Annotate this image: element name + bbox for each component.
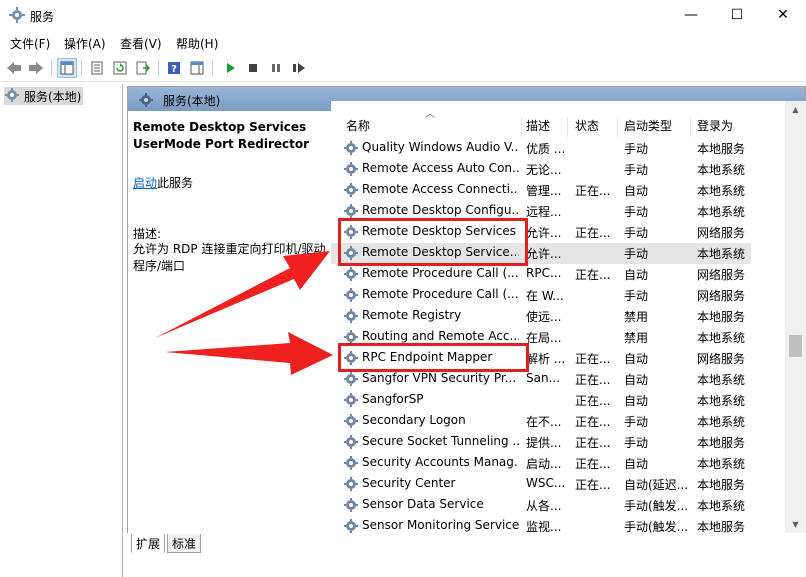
- annotation-arrows: [155, 251, 333, 375]
- annotation-arrow-lower: [165, 332, 333, 375]
- annotation-arrow-upper: [155, 251, 330, 338]
